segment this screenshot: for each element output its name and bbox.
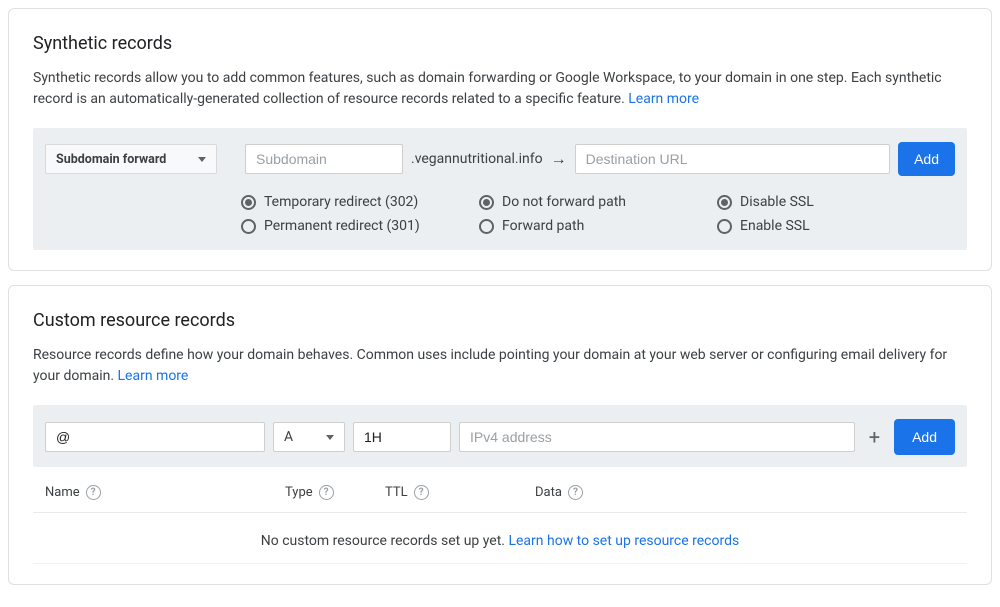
arrow-right-icon: →	[551, 149, 567, 169]
ttl-column-header: TTL ?	[385, 485, 535, 500]
path-forwarding-group: Do not forward path Forward path	[479, 190, 717, 238]
temp-redirect-label: Temporary redirect (302)	[264, 190, 418, 214]
forward-type-dropdown[interactable]: Subdomain forward	[45, 144, 217, 174]
record-data-input[interactable]	[459, 422, 855, 452]
setup-records-link[interactable]: Learn how to set up resource records	[508, 533, 739, 549]
data-column-header: Data ?	[535, 485, 583, 500]
synthetic-records-card: Synthetic records Synthetic records allo…	[8, 8, 992, 271]
redirect-type-group: Temporary redirect (302) Permanent redir…	[241, 190, 479, 238]
add-record-plus-icon[interactable]: +	[863, 425, 886, 449]
perm-redirect-radio[interactable]: Permanent redirect (301)	[241, 214, 479, 238]
custom-add-button[interactable]: Add	[894, 419, 955, 455]
domain-suffix-label: .vegannutritional.info	[411, 151, 543, 167]
radio-unselected-icon	[479, 219, 494, 234]
redirect-options-row: Temporary redirect (302) Permanent redir…	[241, 190, 955, 238]
caret-down-icon	[198, 157, 206, 162]
empty-prefix-text: No custom resource records set up yet.	[261, 533, 509, 549]
enable-ssl-label: Enable SSL	[740, 214, 810, 238]
custom-form-panel: A + Add	[33, 405, 967, 467]
perm-redirect-label: Permanent redirect (301)	[264, 214, 420, 238]
synthetic-add-button[interactable]: Add	[898, 142, 955, 176]
radio-selected-icon	[479, 195, 494, 210]
name-header-label: Name	[45, 485, 80, 500]
synthetic-title: Synthetic records	[33, 33, 967, 54]
forward-path-radio[interactable]: Forward path	[479, 214, 717, 238]
subdomain-input[interactable]	[245, 144, 403, 174]
radio-selected-icon	[717, 195, 732, 210]
help-icon[interactable]: ?	[86, 485, 101, 500]
help-icon[interactable]: ?	[568, 485, 583, 500]
type-column-header: Type ?	[285, 485, 385, 500]
enable-ssl-radio[interactable]: Enable SSL	[717, 214, 955, 238]
forward-type-label: Subdomain forward	[56, 152, 166, 167]
record-type-dropdown[interactable]: A	[273, 422, 345, 452]
ssl-group: Disable SSL Enable SSL	[717, 190, 955, 238]
record-type-label: A	[284, 429, 293, 445]
custom-form-row: A + Add	[45, 419, 955, 455]
synthetic-description: Synthetic records allow you to add commo…	[33, 68, 967, 110]
disable-ssl-radio[interactable]: Disable SSL	[717, 190, 955, 214]
caret-down-icon	[326, 435, 334, 440]
record-ttl-input[interactable]	[353, 422, 451, 452]
help-icon[interactable]: ?	[414, 485, 429, 500]
temp-redirect-radio[interactable]: Temporary redirect (302)	[241, 190, 479, 214]
ttl-header-label: TTL	[385, 485, 408, 500]
empty-records-message: No custom resource records set up yet. L…	[33, 513, 967, 564]
radio-unselected-icon	[241, 219, 256, 234]
synthetic-form-panel: Subdomain forward .vegannutritional.info…	[33, 128, 967, 250]
record-name-input[interactable]	[45, 422, 265, 452]
synthetic-form-row: Subdomain forward .vegannutritional.info…	[45, 142, 955, 176]
synthetic-desc-text: Synthetic records allow you to add commo…	[33, 70, 942, 107]
radio-unselected-icon	[717, 219, 732, 234]
destination-url-input[interactable]	[575, 144, 890, 174]
custom-records-card: Custom resource records Resource records…	[8, 285, 992, 585]
name-column-header: Name ?	[45, 485, 285, 500]
forward-path-label: Forward path	[502, 214, 584, 238]
disable-ssl-label: Disable SSL	[740, 190, 814, 214]
no-forward-path-label: Do not forward path	[502, 190, 626, 214]
help-icon[interactable]: ?	[319, 485, 334, 500]
synthetic-learn-more-link[interactable]: Learn more	[628, 91, 699, 107]
custom-learn-more-link[interactable]: Learn more	[118, 368, 189, 384]
records-table-header: Name ? Type ? TTL ? Data ?	[33, 467, 967, 513]
custom-title: Custom resource records	[33, 310, 967, 331]
custom-description: Resource records define how your domain …	[33, 345, 967, 387]
data-header-label: Data	[535, 485, 562, 500]
no-forward-path-radio[interactable]: Do not forward path	[479, 190, 717, 214]
type-header-label: Type	[285, 485, 313, 500]
radio-selected-icon	[241, 195, 256, 210]
